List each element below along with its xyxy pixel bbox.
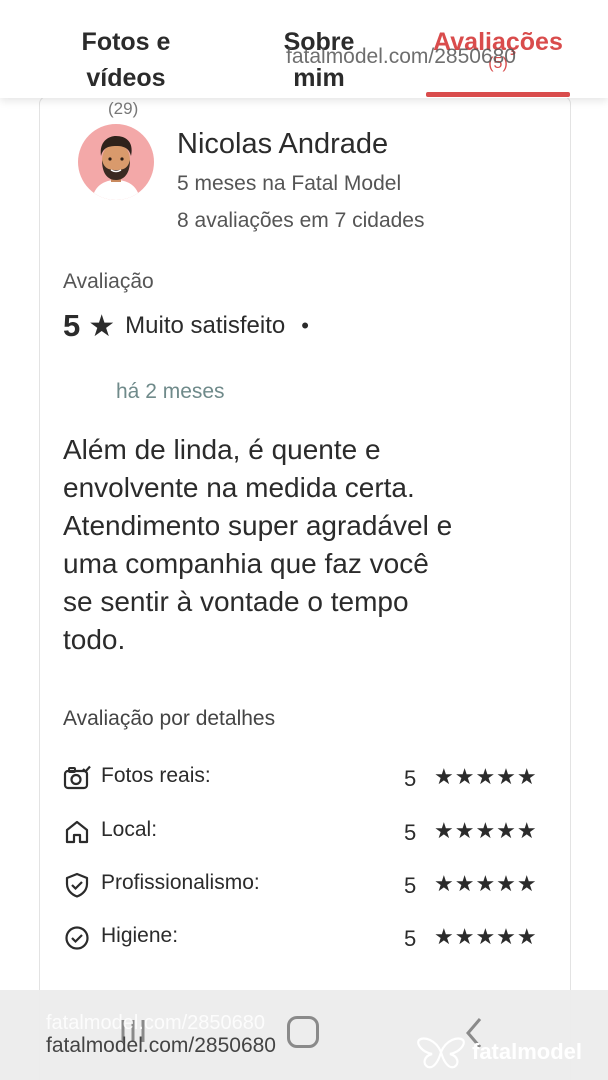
watermark-url: fatalmodel.com/2850680 — [286, 45, 516, 68]
reviewer-name[interactable]: Nicolas Andrade — [177, 128, 388, 161]
tab-photos-line1: Fotos e — [81, 28, 171, 56]
detail-row-fotos-reais: Fotos reais: 5 ★★★★★ — [63, 762, 549, 792]
watermark-url-faded: fatalmodel.com/2850680 — [46, 1012, 266, 1034]
detail-score: 5 — [404, 926, 417, 951]
detail-score: 5 — [404, 820, 417, 845]
detail-stars: ★★★★★ — [434, 871, 538, 896]
detail-score: 5 — [404, 766, 417, 791]
review-time: há 2 meses — [116, 380, 225, 403]
avatar — [78, 124, 154, 200]
detail-label: Fotos reais: — [101, 764, 211, 787]
tab-photos-count: (29) — [108, 99, 139, 118]
camera-check-icon — [63, 765, 91, 790]
detail-stars: ★★★★★ — [434, 764, 538, 789]
details-title: Avaliação por detalhes — [63, 707, 276, 730]
circle-check-icon — [65, 926, 89, 950]
brand-logo: fatalmodel — [416, 1034, 582, 1070]
star-icon: ★ — [88, 309, 116, 343]
shield-check-icon — [65, 872, 89, 898]
rating-score: 5 — [63, 308, 81, 343]
tab-photos-line2: vídeos — [86, 64, 166, 92]
review-body: Além de linda, é quente e envolvente na … — [63, 434, 453, 655]
rating-text: Muito satisfeito — [125, 312, 286, 339]
separator-dot: • — [301, 313, 309, 338]
detail-label: Higiene: — [101, 924, 179, 947]
detail-stars: ★★★★★ — [434, 818, 538, 843]
home-icon — [65, 820, 89, 844]
avatar-illustration-icon — [92, 136, 140, 200]
detail-score: 5 — [404, 873, 417, 898]
detail-label: Profissionalismo: — [101, 871, 260, 894]
detail-label: Local: — [101, 818, 158, 841]
overall-rating: 5 ★ Muito satisfeito • — [63, 306, 309, 346]
detail-stars: ★★★★★ — [434, 924, 538, 949]
butterfly-logo-icon — [417, 1037, 465, 1069]
review-page: Fotos e vídeos Sobre mim Avaliações (5) … — [0, 0, 608, 1080]
detail-row-profissionalismo: Profissionalismo: 5 ★★★★★ — [63, 869, 549, 899]
tab-photos-videos[interactable]: Fotos e vídeos — [66, 24, 186, 96]
active-tab-indicator — [426, 92, 570, 97]
detail-row-local: Local: 5 ★★★★★ — [63, 816, 549, 846]
watermark-url-bottom: fatalmodel.com/2850680 — [46, 1034, 276, 1057]
home-button-icon[interactable] — [287, 1016, 319, 1048]
reviewer-reviews-summary: 8 avaliações em 7 cidades — [177, 209, 425, 232]
rating-label: Avaliação — [63, 270, 154, 293]
reviewer-since: 5 meses na Fatal Model — [177, 172, 402, 195]
brand-name: fatalmodel — [472, 1039, 583, 1064]
detail-row-higiene: Higiene: 5 ★★★★★ — [63, 922, 549, 952]
